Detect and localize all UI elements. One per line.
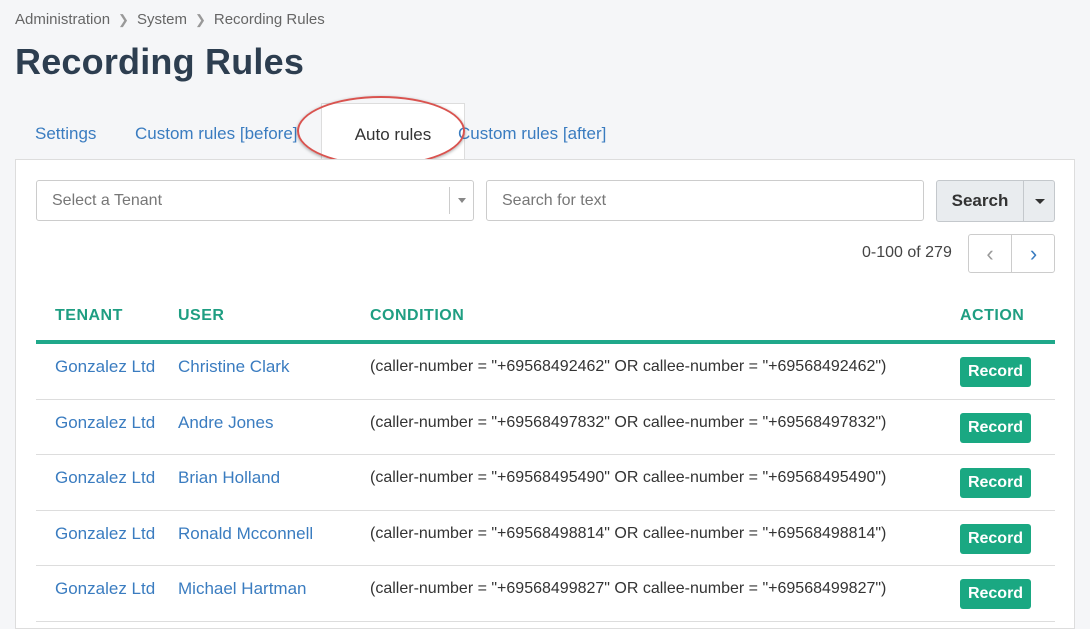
page-title: Recording Rules xyxy=(15,41,305,82)
table-row: Gonzalez Ltd Michael Hartman (caller-num… xyxy=(36,566,1055,622)
search-options-caret-icon[interactable] xyxy=(1023,180,1055,222)
tenant-link[interactable]: Gonzalez Ltd xyxy=(55,344,155,390)
table-row: Gonzalez Ltd Christine Clark (caller-num… xyxy=(36,344,1055,400)
search-button[interactable]: Search xyxy=(936,180,1024,222)
record-action-badge[interactable]: Record xyxy=(960,579,1031,609)
rules-panel: Select a Tenant Search 0-100 of 279 ‹ › … xyxy=(15,159,1075,629)
record-action-badge[interactable]: Record xyxy=(960,357,1031,387)
condition-text: (caller-number = "+69568495490" OR calle… xyxy=(370,469,887,486)
pagination-range: 0-100 of 279 xyxy=(862,244,952,261)
tab-auto-rules[interactable]: Auto rules xyxy=(321,103,465,160)
breadcrumb-item-administration[interactable]: Administration xyxy=(15,11,110,28)
pagination-controls: ‹ › xyxy=(968,234,1055,273)
user-link[interactable]: Michael Hartman xyxy=(178,566,307,612)
condition-text: (caller-number = "+69568492462" OR calle… xyxy=(370,358,887,375)
column-header-condition[interactable]: CONDITION xyxy=(370,307,464,325)
condition-text: (caller-number = "+69568498814" OR calle… xyxy=(370,524,887,542)
breadcrumb-item-system[interactable]: System xyxy=(137,11,187,28)
tenant-link[interactable]: Gonzalez Ltd xyxy=(55,455,155,501)
tenant-link[interactable]: Gonzalez Ltd xyxy=(55,511,155,557)
user-link[interactable]: Brian Holland xyxy=(178,455,280,501)
tenant-select-placeholder: Select a Tenant xyxy=(52,192,163,209)
user-link[interactable]: Ronald Mcconnell xyxy=(178,511,313,557)
chevron-left-icon[interactable]: ‹ xyxy=(969,235,1012,272)
breadcrumb-item-recording-rules: Recording Rules xyxy=(213,11,325,28)
breadcrumb: Administration ❯ System ❯ Recording Rule… xyxy=(15,11,325,28)
table-row: Gonzalez Ltd Andre Jones (caller-number … xyxy=(36,400,1055,455)
user-link[interactable]: Andre Jones xyxy=(178,400,273,446)
condition-text: (caller-number = "+69568499827" OR calle… xyxy=(370,580,887,597)
table-row: Gonzalez Ltd Ronald Mcconnell (caller-nu… xyxy=(36,511,1055,566)
chevron-right-icon: ❯ xyxy=(194,11,206,27)
column-header-action[interactable]: ACTION xyxy=(960,307,1024,325)
record-action-badge[interactable]: Record xyxy=(960,412,1031,443)
record-action-badge[interactable]: Record xyxy=(960,523,1031,554)
table-row: Gonzalez Ltd Brian Holland (caller-numbe… xyxy=(36,455,1055,511)
column-header-tenant[interactable]: TENANT xyxy=(55,307,123,325)
tenant-link[interactable]: Gonzalez Ltd xyxy=(55,400,155,446)
chevron-right-icon[interactable]: › xyxy=(1012,235,1055,272)
tab-custom-rules-before[interactable]: Custom rules [before] xyxy=(135,103,298,160)
search-input[interactable] xyxy=(486,180,924,221)
tenant-select[interactable]: Select a Tenant xyxy=(36,180,474,221)
column-header-user[interactable]: USER xyxy=(178,307,224,325)
rules-table: TENANT USER CONDITION ACTION Gonzalez Lt… xyxy=(36,290,1055,622)
record-action-badge[interactable]: Record xyxy=(960,468,1031,498)
user-link[interactable]: Christine Clark xyxy=(178,344,289,390)
tenant-link[interactable]: Gonzalez Ltd xyxy=(55,566,155,612)
condition-text: (caller-number = "+69568497832" OR calle… xyxy=(370,413,887,431)
chevron-right-icon: ❯ xyxy=(118,11,129,27)
tab-settings[interactable]: Settings xyxy=(35,103,96,160)
caret-down-icon[interactable] xyxy=(449,187,473,214)
tab-bar: Settings Custom rules [before] Auto rule… xyxy=(15,103,1075,160)
tab-custom-rules-after[interactable]: Custom rules [after] xyxy=(458,103,606,160)
table-header: TENANT USER CONDITION ACTION xyxy=(36,290,1055,344)
